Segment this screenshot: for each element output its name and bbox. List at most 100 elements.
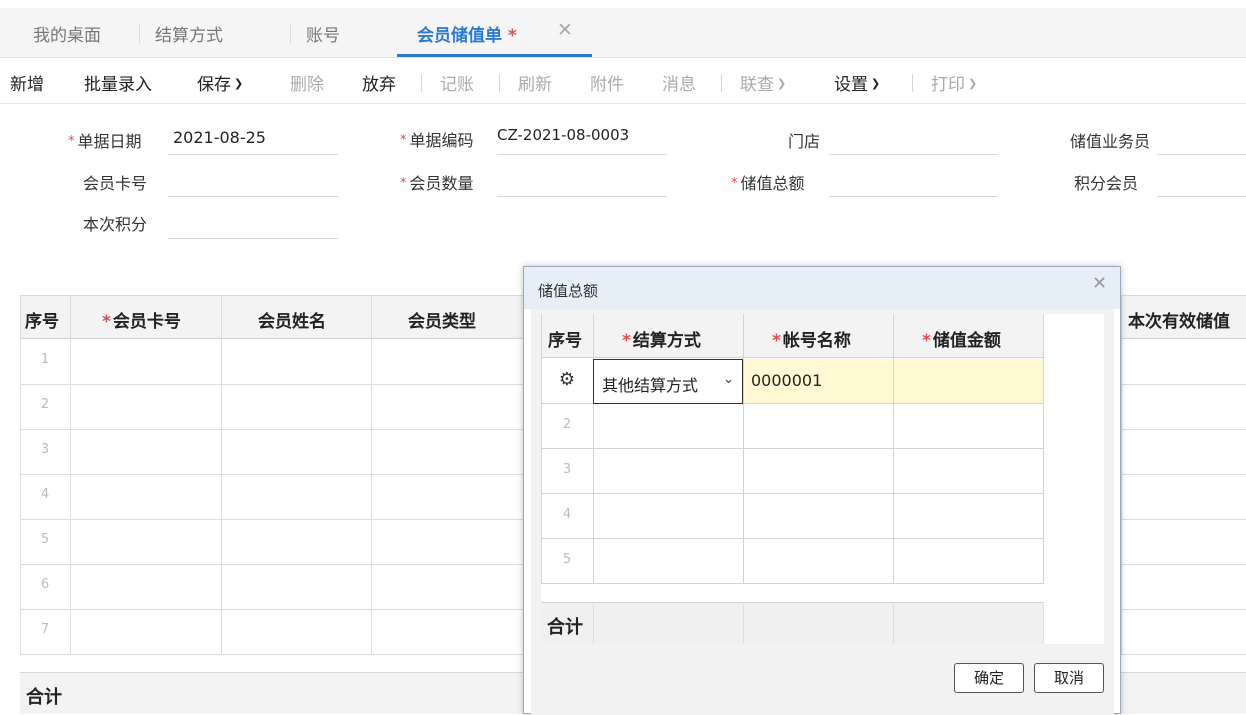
table-row[interactable]: 2	[20, 397, 70, 412]
code-field[interactable]: CZ-2021-08-0003	[497, 126, 629, 144]
cancel-button[interactable]: 取消	[1034, 663, 1104, 693]
points-label: 本次积分	[83, 215, 148, 234]
table-row[interactable]: 6	[20, 577, 70, 592]
tab-member-deposit-label: 会员储值单	[417, 26, 502, 46]
post-button[interactable]: 记账	[440, 70, 474, 95]
print-button[interactable]: 打印 ❯	[931, 70, 977, 95]
date-field[interactable]: 2021-08-25	[173, 128, 266, 147]
clerk-field[interactable]	[1157, 154, 1246, 155]
lookup-button[interactable]: 联查 ❯	[740, 70, 786, 95]
settlement-table: 序号 * 结算方式 * 帐号名称 * 储值金额 ⚙ 其他结算方式 ⌄ 0000001 …	[541, 314, 1104, 644]
grid-header-card: * 会员卡号	[102, 307, 181, 332]
deposit-total-dialog: 储值总额 ✕ 序号 * 结算方式 * 帐号名称 * 储值金额 ⚙ 其他结算方式 ⌄	[523, 266, 1121, 715]
grid-header-card-text: 会员卡号	[112, 312, 181, 332]
count-label: * 会员数量	[400, 170, 474, 194]
close-icon[interactable]: ✕	[557, 19, 573, 41]
table-row-line	[541, 493, 1044, 494]
new-button[interactable]: 新增	[10, 70, 44, 95]
discard-button[interactable]: 放弃	[362, 70, 396, 95]
table-row-line	[541, 538, 1044, 539]
required-marker: *	[922, 331, 931, 351]
tab-bar: 我的桌面 结算方式 账号 会员储值单 * ✕	[0, 8, 1246, 58]
grid-total-label: 合计	[26, 687, 62, 708]
grid-vline	[1121, 295, 1122, 655]
points-field[interactable]	[168, 238, 338, 239]
required-marker: *	[731, 176, 738, 191]
points-member-field[interactable]	[1157, 196, 1246, 197]
chevron-down-icon: ❯	[968, 77, 978, 90]
dialog-title: 储值总额	[538, 282, 599, 300]
batch-entry-button[interactable]: 批量录入	[84, 70, 152, 95]
points-member-label: 积分会员	[1074, 174, 1139, 193]
table-row-line	[541, 583, 1044, 584]
header-settle-method: * 结算方式	[622, 326, 701, 351]
grid-vline	[221, 295, 222, 655]
card-label: 会员卡号	[83, 174, 148, 193]
settlement-method-select[interactable]: 其他结算方式 ⌄	[593, 359, 743, 404]
list-item[interactable]: 3	[541, 462, 593, 477]
toolbar-separator	[912, 74, 913, 92]
save-button[interactable]: 保存 ❯	[197, 70, 243, 95]
code-label: * 单据编码	[400, 127, 474, 151]
grid-header-index: 序号	[25, 312, 59, 332]
table-row[interactable]: 5	[20, 532, 70, 547]
tab-separator	[290, 24, 291, 44]
date-label-text: 单据日期	[77, 132, 142, 151]
grid-header-type: 会员类型	[408, 312, 476, 332]
header-settle-method-text: 结算方式	[632, 331, 701, 351]
table-row[interactable]: 1	[20, 352, 70, 367]
required-marker: *	[622, 331, 631, 351]
attachment-button[interactable]: 附件	[590, 70, 624, 95]
tab-my-desktop[interactable]: 我的桌面	[33, 21, 101, 46]
unsaved-marker: *	[507, 26, 517, 46]
store-field[interactable]	[829, 154, 998, 155]
grid-vline	[20, 295, 21, 655]
total-vline	[1043, 602, 1044, 644]
save-label: 保存	[197, 75, 231, 95]
message-button[interactable]: 消息	[662, 70, 696, 95]
header-account-name: * 帐号名称	[772, 326, 851, 351]
list-item[interactable]: 5	[541, 552, 593, 567]
header-account-name-text: 帐号名称	[782, 331, 851, 351]
card-field[interactable]	[168, 196, 338, 197]
account-name-cell[interactable]: 0000001	[751, 371, 822, 390]
tab-member-deposit[interactable]: 会员储值单 *	[417, 21, 517, 46]
settlement-total-row: 合计	[541, 602, 1044, 644]
dialog-body: 序号 * 结算方式 * 帐号名称 * 储值金额 ⚙ 其他结算方式 ⌄ 0000001 …	[531, 309, 1114, 715]
gear-icon[interactable]: ⚙	[556, 369, 578, 391]
list-item[interactable]: 2	[541, 417, 593, 432]
grid-vline	[70, 295, 71, 655]
settings-button[interactable]: 设置 ❯	[834, 70, 880, 95]
table-row[interactable]: 7	[20, 622, 70, 637]
clerk-label: 储值业务员	[1070, 132, 1151, 151]
toolbar-separator	[421, 74, 422, 92]
total-field[interactable]	[829, 196, 998, 197]
active-tab-indicator	[397, 54, 592, 57]
table-row[interactable]: 4	[20, 487, 70, 502]
chevron-down-icon: ⌄	[723, 372, 734, 387]
header-deposit-amount: * 储值金额	[922, 326, 1001, 351]
required-marker: *	[68, 134, 75, 149]
grid-vline	[371, 295, 372, 655]
tab-settlement-method[interactable]: 结算方式	[155, 21, 223, 46]
settlement-total-label: 合计	[547, 617, 583, 638]
count-field[interactable]	[497, 196, 667, 197]
tab-account[interactable]: 账号	[306, 21, 340, 46]
total-vline	[893, 602, 894, 644]
toolbar-separator	[721, 74, 722, 92]
table-row-line	[541, 448, 1044, 449]
print-label: 打印	[931, 75, 965, 95]
date-field-underline	[168, 154, 338, 155]
list-item[interactable]: 4	[541, 507, 593, 522]
delete-button[interactable]: 删除	[290, 70, 324, 95]
date-label: * 单据日期	[68, 128, 142, 152]
grid-header-effective-deposit: 本次有效储值	[1128, 312, 1230, 332]
confirm-button[interactable]: 确定	[954, 663, 1024, 693]
close-icon[interactable]: ✕	[1092, 273, 1107, 294]
store-label: 门店	[788, 132, 821, 151]
required-marker: *	[102, 312, 111, 332]
settlement-method-value: 其他结算方式	[602, 376, 699, 395]
table-row[interactable]: 3	[20, 442, 70, 457]
grid-header-name: 会员姓名	[258, 312, 326, 332]
refresh-button[interactable]: 刷新	[518, 70, 552, 95]
